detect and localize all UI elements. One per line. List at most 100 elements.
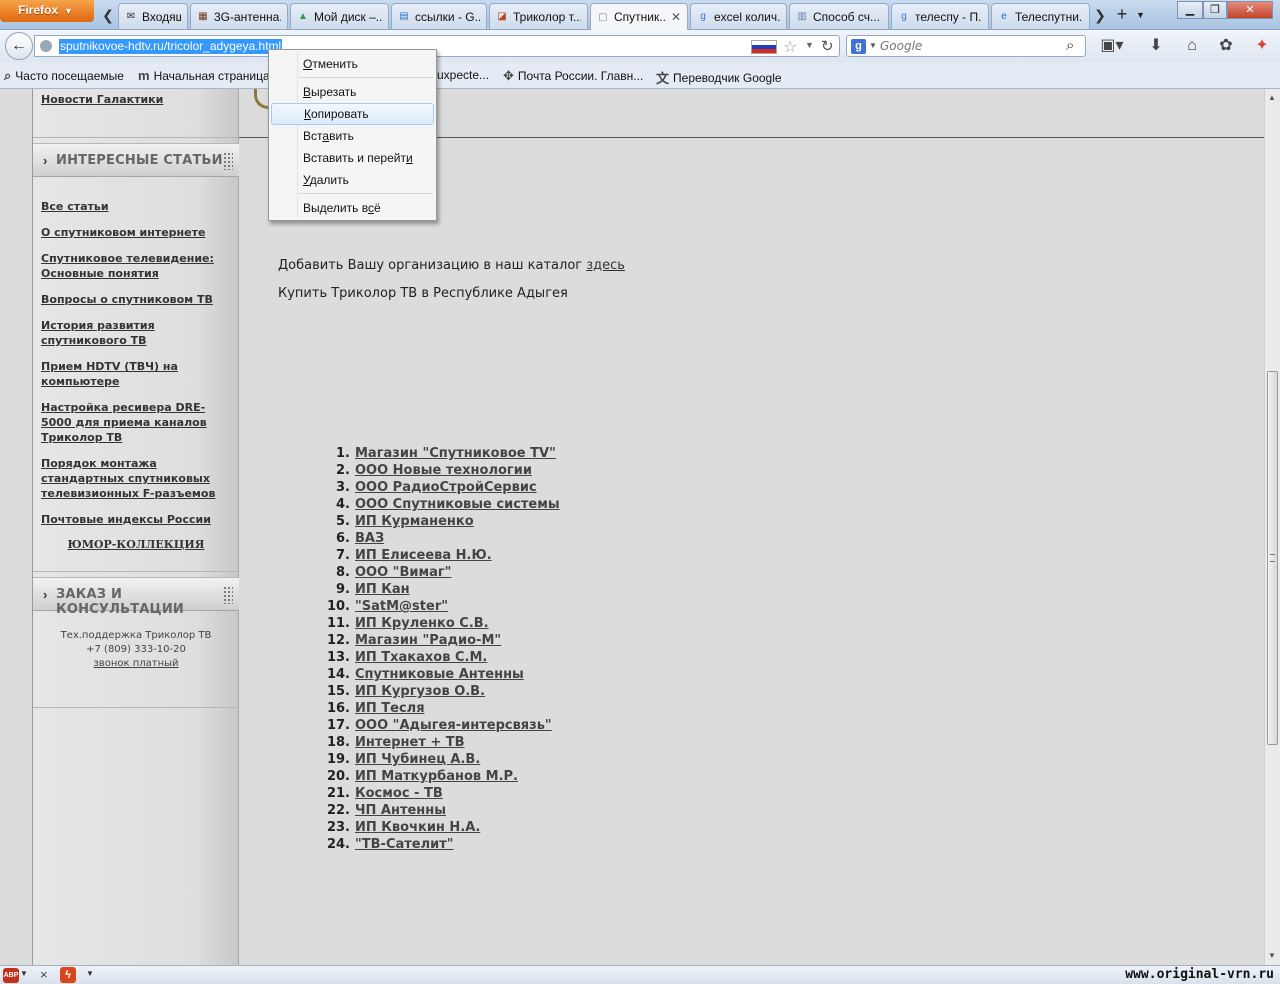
add-organization-link[interactable]: здесь [586,258,625,273]
dealer-link[interactable]: ИП Чубинец А.В. [355,752,480,767]
dealer-link[interactable]: Интернет + ТВ [355,735,465,750]
dealer-link[interactable]: ООО "Вимаг" [355,565,451,580]
tab[interactable]: e Телеспутни... [991,3,1090,29]
context-menu-item[interactable]: Вставить [271,125,434,147]
bookmark-start-page[interactable]: m Начальная страница [138,68,270,83]
close-window-button[interactable]: ✕ [1227,1,1273,19]
dealer-link[interactable]: ИП Тесля [355,701,425,716]
dealer-link[interactable]: Магазин "Спутниковое TV" [355,446,556,461]
dealer-link[interactable]: ИП Елисеева Н.Ю. [355,548,492,563]
bookmark-google-translate[interactable]: 文 Переводчик Google [656,68,782,87]
sidebar-article-link[interactable]: Почтовые индексы России [41,512,231,527]
back-button[interactable]: ← [5,32,33,60]
url-history-dropdown-icon[interactable]: ▼ [805,40,814,50]
tab[interactable]: ▥ Способ сч... [789,3,889,29]
tab[interactable]: ✉ Входящи... [118,3,188,29]
tabs-scroll-left-button[interactable]: ❮ [98,3,118,27]
sidebar-article-link[interactable]: Вопросы о спутниковом ТВ [41,292,231,307]
context-menu-item[interactable]: Вставить и перейти [271,147,434,169]
tabs-scroll-right-button[interactable]: ❯ [1090,3,1110,27]
chevron-down-icon[interactable]: ▼ [86,969,94,978]
bookmark-aliexpress[interactable]: uxpecte... [437,68,489,82]
sidebar-article-link[interactable]: Настройка ресивера DRE-5000 для приема к… [41,400,231,445]
search-input[interactable] [880,38,1060,54]
close-tab-icon[interactable]: ✕ [671,10,681,24]
support-note-link[interactable]: звонок платный [93,658,178,669]
sidebar-article-link[interactable]: История развития спутникового ТВ [41,318,231,348]
bookmarks-menu-button[interactable]: ▣▾ [1100,36,1124,56]
russia-flag-icon[interactable] [751,40,777,54]
list-all-tabs-button[interactable]: ▼ [1136,4,1152,26]
bookmark-most-visited[interactable]: ⌕ Часто посещаемые [4,68,124,84]
sidebar-article-link[interactable]: Спутниковое телевидение: Основные поняти… [41,251,231,281]
list-item-number: 1. [336,446,350,461]
tab[interactable]: ▲ Мой диск –... [290,3,389,29]
dealer-link[interactable]: ИП Тхакахов С.М. [355,650,487,665]
context-menu-item[interactable]: Выделить всё [271,197,434,219]
context-menu-item[interactable]: Вырезать [271,81,434,103]
dealer-link[interactable]: ИП Круленко С.В. [355,616,489,631]
sidebar-link-humor[interactable]: ЮМОР-КОЛЛЕКЦИЯ [33,537,239,552]
dealer-link[interactable]: "ТВ-Сателит" [355,837,454,852]
scrollbar-thumb[interactable] [1267,371,1278,745]
dealer-link[interactable]: ООО РадиоСтройСервис [355,480,537,495]
dealer-link[interactable]: ИП Кургузов О.В. [355,684,485,699]
grip-dots-icon [223,152,233,170]
firefox-menu-button[interactable]: Firefox ▼ [0,0,94,22]
sidebar-article-link[interactable]: Все статьи [41,199,231,214]
chevron-down-icon[interactable]: ▼ [20,969,28,978]
dealer-link[interactable]: ВАЗ [355,531,384,546]
context-menu-item[interactable]: Отменить [271,53,434,75]
dealer-link[interactable]: ИП Маткурбанов М.Р. [355,769,518,784]
close-icon[interactable]: × [40,967,48,982]
tab[interactable]: ◪ Триколор т... [489,3,588,29]
sidebar-link-galaxy-news[interactable]: Новости Галактики [41,92,231,107]
bookmark-russian-post[interactable]: ✥ Почта России. Главн... [503,68,643,84]
reload-icon[interactable]: ↻ [821,37,834,55]
downloads-button[interactable]: ⬇ [1144,36,1168,56]
tab[interactable]: g телеспу - П... [891,3,989,29]
flashgot-icon[interactable]: ϟ [60,967,76,983]
adblock-plus-icon[interactable]: ABP [3,968,19,983]
new-tab-button[interactable]: + [1111,4,1133,26]
chevron-down-icon[interactable]: ▼ [869,41,877,50]
url-text[interactable]: sputnikovoe-hdtv.ru/tricolor_adygeya.htm… [59,39,283,54]
scroll-down-arrow-icon[interactable]: ▼ [1268,951,1276,960]
magnifier-icon[interactable]: ⌕ [1066,37,1074,54]
dealer-link[interactable]: Космос - ТВ [355,786,443,801]
tab[interactable]: ▤ ссылки - G... [391,3,487,29]
dealer-link[interactable]: "SatM@ster" [355,599,448,614]
dealer-link[interactable]: ИП Квочкин Н.А. [355,820,480,835]
sidebar-article-link[interactable]: Порядок монтажа стандартных спутниковых … [41,456,231,501]
maximize-button[interactable]: ❐ [1203,1,1227,19]
dealer-link[interactable]: ИП Кан [355,582,410,597]
dealer-link[interactable]: Спутниковые Антенны [355,667,524,682]
menu-item-label: Вставить и перейт [303,151,406,165]
addon-button[interactable]: ✿ [1214,36,1238,56]
home-button[interactable]: ⌂ [1180,36,1204,56]
list-item-number: 13. [326,650,350,665]
tab-active[interactable]: ▢ Спутник... ✕ [590,3,688,30]
google-search-engine-icon[interactable]: g [851,39,866,54]
globe-icon[interactable] [40,40,52,52]
context-menu-item[interactable]: Удалить [271,169,434,191]
sidebar-header-order[interactable]: › ЗАКАЗ И КОНСУЛЬТАЦИИ [33,577,239,617]
tab[interactable]: ▦ 3G-антенна... [190,3,288,29]
sidebar-article-link[interactable]: О спутниковом интернете [41,225,231,240]
dealer-link[interactable]: Магазин "Радио-М" [355,633,501,648]
colorful-addon-button[interactable]: ✦ [1250,36,1274,56]
vertical-scrollbar[interactable]: ▲ ▼ [1264,89,1280,965]
url-bar[interactable]: sputnikovoe-hdtv.ru/tricolor_adygeya.htm… [34,35,840,57]
sidebar-header-articles[interactable]: › ИНТЕРЕСНЫЕ СТАТЬИ [33,143,239,177]
bookmark-star-icon[interactable]: ☆ [783,37,797,57]
dealer-link[interactable]: ИП Курманенко [355,514,474,529]
tab[interactable]: g excel колич... [690,3,787,29]
context-menu-item[interactable]: Копировать [271,103,434,125]
dealer-link[interactable]: ООО Новые технологии [355,463,532,478]
sidebar-article-link[interactable]: Прием HDTV (ТВЧ) на компьютере [41,359,231,389]
dealer-link[interactable]: ООО "Адыгея-интерсвязь" [355,718,552,733]
minimize-button[interactable]: ▁ [1177,1,1203,19]
dealer-link[interactable]: ООО Спутниковые системы [355,497,560,512]
dealer-link[interactable]: ЧП Антенны [355,803,446,818]
scroll-up-arrow-icon[interactable]: ▲ [1268,93,1276,102]
